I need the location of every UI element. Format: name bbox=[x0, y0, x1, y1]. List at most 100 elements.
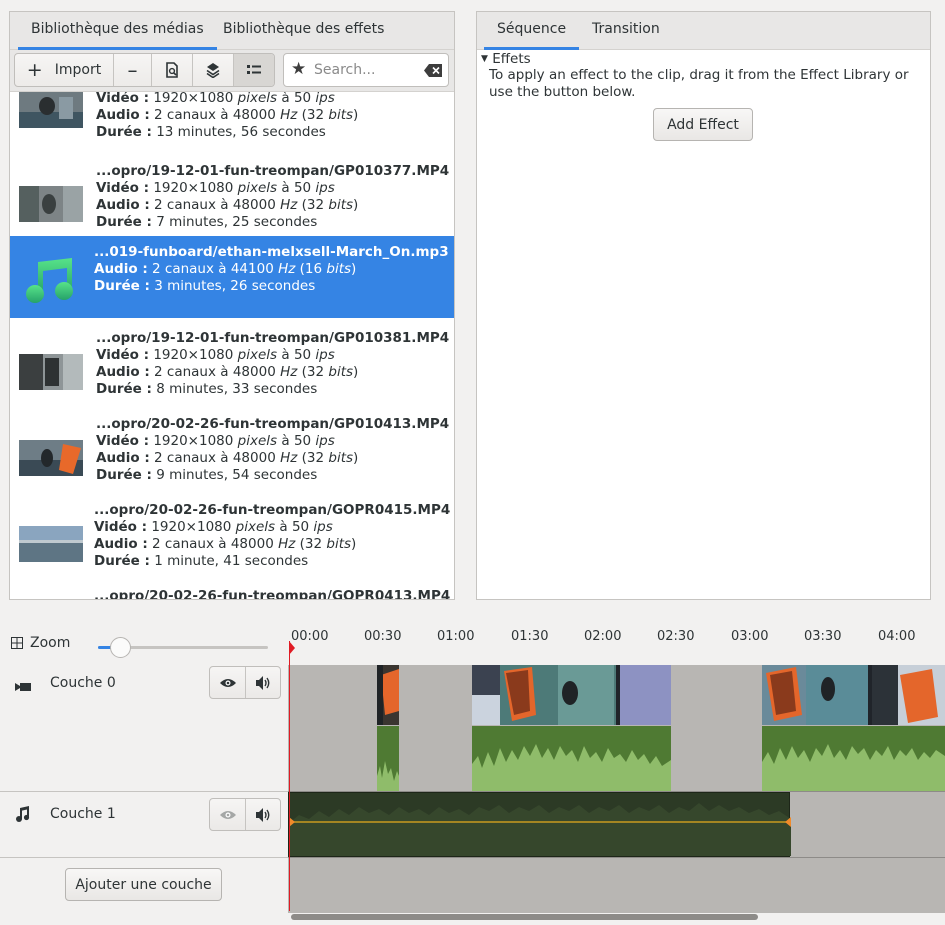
a-word: à bbox=[281, 433, 290, 449]
clip-properties-button[interactable] bbox=[152, 54, 193, 86]
eye-icon bbox=[219, 810, 236, 819]
timeline: Zoom Couche 0 Couche 1 Ajouter une couch… bbox=[0, 611, 945, 925]
hz-unit: Hz bbox=[280, 364, 298, 380]
zoom-slider-handle[interactable] bbox=[110, 637, 131, 658]
mute-toggle[interactable] bbox=[246, 799, 282, 830]
pixels-unit: pixels bbox=[237, 433, 278, 449]
media-thumbnail bbox=[19, 92, 83, 128]
media-list[interactable]: Vidéo : 1920×1080 pixels à 50 ips Audio … bbox=[10, 92, 454, 599]
zoom-slider[interactable] bbox=[98, 637, 268, 658]
hz-unit: Hz bbox=[280, 197, 298, 213]
zoom-fit-icon[interactable] bbox=[11, 637, 23, 649]
video-clip[interactable] bbox=[377, 665, 399, 791]
media-item[interactable]: ...opro/20-02-26-fun-treompan/GP010413.M… bbox=[10, 412, 454, 498]
video-resolution: 1920×1080 bbox=[153, 433, 234, 449]
empty-track-area[interactable] bbox=[288, 858, 945, 913]
playhead-marker-icon[interactable] bbox=[288, 641, 295, 655]
insert-at-end-button[interactable] bbox=[193, 54, 234, 86]
tab-transition[interactable]: Transition bbox=[579, 12, 673, 50]
duration-value: 13 minutes, 56 secondes bbox=[156, 124, 326, 140]
video-clip[interactable] bbox=[472, 665, 671, 791]
visibility-toggle[interactable] bbox=[210, 799, 246, 830]
pixels-unit: pixels bbox=[237, 180, 278, 196]
duration-value: 3 minutes, 26 secondes bbox=[154, 278, 316, 294]
video-label: Vidéo : bbox=[96, 347, 150, 363]
clip-properties-panel: Séquence Transition ▼ Effets To apply an… bbox=[476, 11, 931, 600]
audio-clip-waveform bbox=[289, 803, 791, 856]
media-title: ...opro/19-12-01-fun-treompan/GP010381.M… bbox=[96, 330, 450, 346]
clear-search-icon[interactable] bbox=[424, 64, 442, 77]
layer-1-track[interactable] bbox=[288, 792, 945, 857]
bits-unit: bits bbox=[326, 261, 352, 277]
fps-unit: ips bbox=[313, 519, 333, 535]
layer-1-controls bbox=[209, 798, 281, 831]
eye-icon bbox=[219, 678, 236, 687]
fps-value: 50 bbox=[293, 433, 312, 449]
mute-toggle[interactable] bbox=[246, 667, 282, 698]
search-input[interactable]: Search... bbox=[314, 62, 375, 78]
fps-value: 50 bbox=[291, 519, 310, 535]
video-resolution: 1920×1080 bbox=[153, 180, 234, 196]
layer-1-header: Couche 1 bbox=[0, 792, 288, 857]
remove-button[interactable]: – bbox=[114, 54, 152, 86]
bits-unit: bits bbox=[328, 450, 354, 466]
layer-0-track[interactable] bbox=[288, 665, 945, 791]
a-word: à bbox=[281, 347, 290, 363]
video-label: Vidéo : bbox=[96, 92, 150, 106]
tab-effects-library[interactable]: Bibliothèque des effets bbox=[210, 12, 397, 50]
effects-header: Effets bbox=[492, 51, 531, 67]
star-icon[interactable]: ★ bbox=[291, 59, 306, 79]
video-label: Vidéo : bbox=[96, 180, 150, 196]
list-view-button[interactable] bbox=[234, 54, 274, 86]
media-info: ...opro/19-12-01-fun-treompan/GP010381.M… bbox=[96, 330, 450, 397]
bits-unit: bits bbox=[326, 536, 352, 552]
audio-channels: 2 canaux à 48000 bbox=[154, 107, 276, 123]
music-note-small-icon bbox=[16, 806, 30, 822]
video-clip[interactable] bbox=[762, 665, 945, 791]
audio-clip[interactable] bbox=[288, 792, 791, 857]
import-label: Import bbox=[54, 62, 102, 78]
video-resolution: 1920×1080 bbox=[153, 347, 234, 363]
bits-value: 32 bbox=[304, 536, 323, 552]
fps-unit: ips bbox=[315, 433, 335, 449]
fps-unit: ips bbox=[315, 92, 335, 106]
pixels-unit: pixels bbox=[235, 519, 276, 535]
media-thumbnail bbox=[19, 440, 83, 476]
fps-value: 50 bbox=[293, 347, 312, 363]
media-item-selected[interactable]: ...019-funboard/ethan-melxsell-March_On.… bbox=[10, 236, 454, 318]
media-title: ...opro/19-12-01-fun-treompan/GP010377.M… bbox=[96, 163, 450, 179]
ruler-tick-label: 02:00 bbox=[584, 629, 622, 644]
tab-media-library[interactable]: Bibliothèque des médias bbox=[18, 12, 217, 50]
speaker-icon bbox=[256, 807, 270, 822]
media-item[interactable]: ...opro/19-12-01-fun-treompan/GP010381.M… bbox=[10, 326, 454, 412]
right-tabbar: Séquence Transition bbox=[477, 12, 930, 50]
import-button[interactable]: + Import bbox=[15, 54, 114, 86]
video-resolution: 1920×1080 bbox=[153, 92, 234, 106]
clip-waveform bbox=[377, 726, 399, 791]
ruler-tick-label: 00:00 bbox=[291, 629, 329, 644]
media-item[interactable]: Vidéo : 1920×1080 pixels à 50 ips Audio … bbox=[10, 92, 454, 140]
video-resolution: 1920×1080 bbox=[151, 519, 232, 535]
timeline-scrollbar[interactable] bbox=[291, 914, 758, 920]
ruler-tick-label: 03:00 bbox=[731, 629, 769, 644]
ruler-tick-label: 03:30 bbox=[804, 629, 842, 644]
duration-label: Durée : bbox=[96, 214, 152, 230]
effects-expander[interactable]: ▼ Effets bbox=[481, 51, 531, 67]
plus-icon: + bbox=[26, 58, 43, 81]
media-item[interactable]: ...opro/20-02-26-fun-treompan/GOPR0413.M… bbox=[10, 584, 454, 599]
timeline-ruler[interactable]: 00:00 00:30 01:00 01:30 02:00 02:30 03:0… bbox=[288, 611, 945, 665]
media-item[interactable]: ...opro/20-02-26-fun-treompan/GOPR0415.M… bbox=[10, 498, 454, 584]
media-title: ...opro/20-02-26-fun-treompan/GOPR0413.M… bbox=[94, 588, 451, 599]
playhead[interactable] bbox=[289, 641, 290, 911]
add-effect-button[interactable]: Add Effect bbox=[653, 108, 753, 141]
visibility-toggle[interactable] bbox=[210, 667, 246, 698]
add-layer-button[interactable]: Ajouter une couche bbox=[65, 868, 222, 901]
audio-label: Audio : bbox=[96, 364, 150, 380]
search-field[interactable]: ★ Search... bbox=[283, 53, 449, 87]
ruler-tick-label: 00:30 bbox=[364, 629, 402, 644]
tab-sequence[interactable]: Séquence bbox=[484, 12, 580, 50]
ruler-tick-label: 02:30 bbox=[657, 629, 695, 644]
timeline-tracks[interactable]: 00:00 00:30 01:00 01:30 02:00 02:30 03:0… bbox=[288, 611, 945, 925]
bits-value: 32 bbox=[306, 364, 325, 380]
media-item[interactable]: ...opro/19-12-01-fun-treompan/GP010377.M… bbox=[10, 158, 454, 244]
